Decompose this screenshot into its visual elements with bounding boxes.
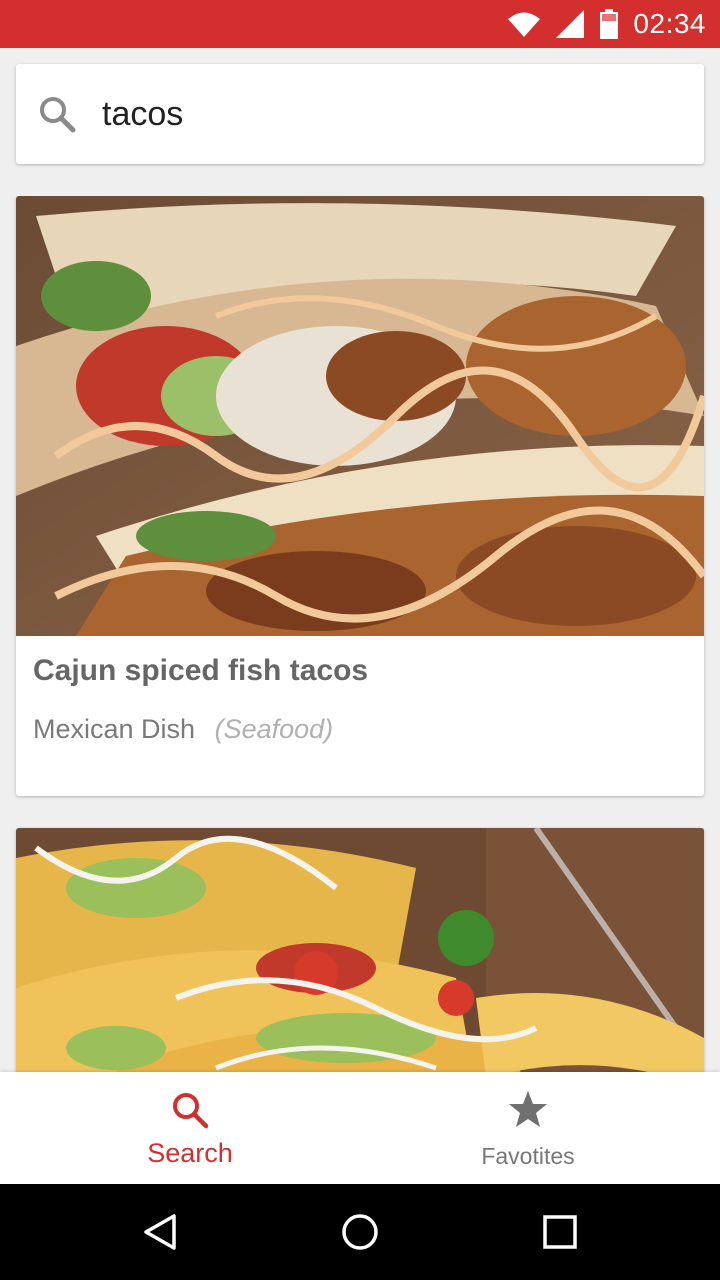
signal-icon [556,10,585,38]
recents-icon[interactable] [540,1212,580,1252]
search-icon [40,97,76,133]
home-icon[interactable] [340,1212,380,1252]
back-icon[interactable] [140,1212,180,1252]
search-input[interactable] [102,84,682,144]
search-bar[interactable] [16,64,704,164]
search-icon [173,1093,209,1129]
nav-tab-search-label: Search [147,1138,233,1168]
status-icons: 02:34 [507,0,706,48]
nav-tab-favorites-label: Favotites [481,1143,575,1169]
star-icon [509,1091,547,1127]
results-list[interactable]: Cajun spiced fish tacos Mexican Dish (Se… [0,196,720,1072]
battery-icon [600,9,619,39]
recipe-card[interactable]: Cajun spiced fish tacos Mexican Dish (Se… [16,196,704,796]
recipe-tag: (Seafood) [214,714,334,744]
system-navigation-bar [0,1184,720,1280]
recipe-meta: Mexican Dish (Seafood) [33,714,333,745]
status-bar: 02:34 [0,0,720,48]
recipe-image [16,828,704,1072]
status-time: 02:34 [633,8,706,39]
nav-tab-search[interactable]: Search [10,1072,370,1184]
recipe-card[interactable] [16,828,704,1072]
recipe-category: Mexican Dish [33,714,196,744]
bottom-navigation: Search Favotites [0,1072,720,1184]
nav-tab-favorites[interactable]: Favotites [348,1072,708,1184]
recipe-title: Cajun spiced fish tacos [33,654,369,687]
wifi-icon [508,12,541,37]
recipe-image [16,196,704,636]
